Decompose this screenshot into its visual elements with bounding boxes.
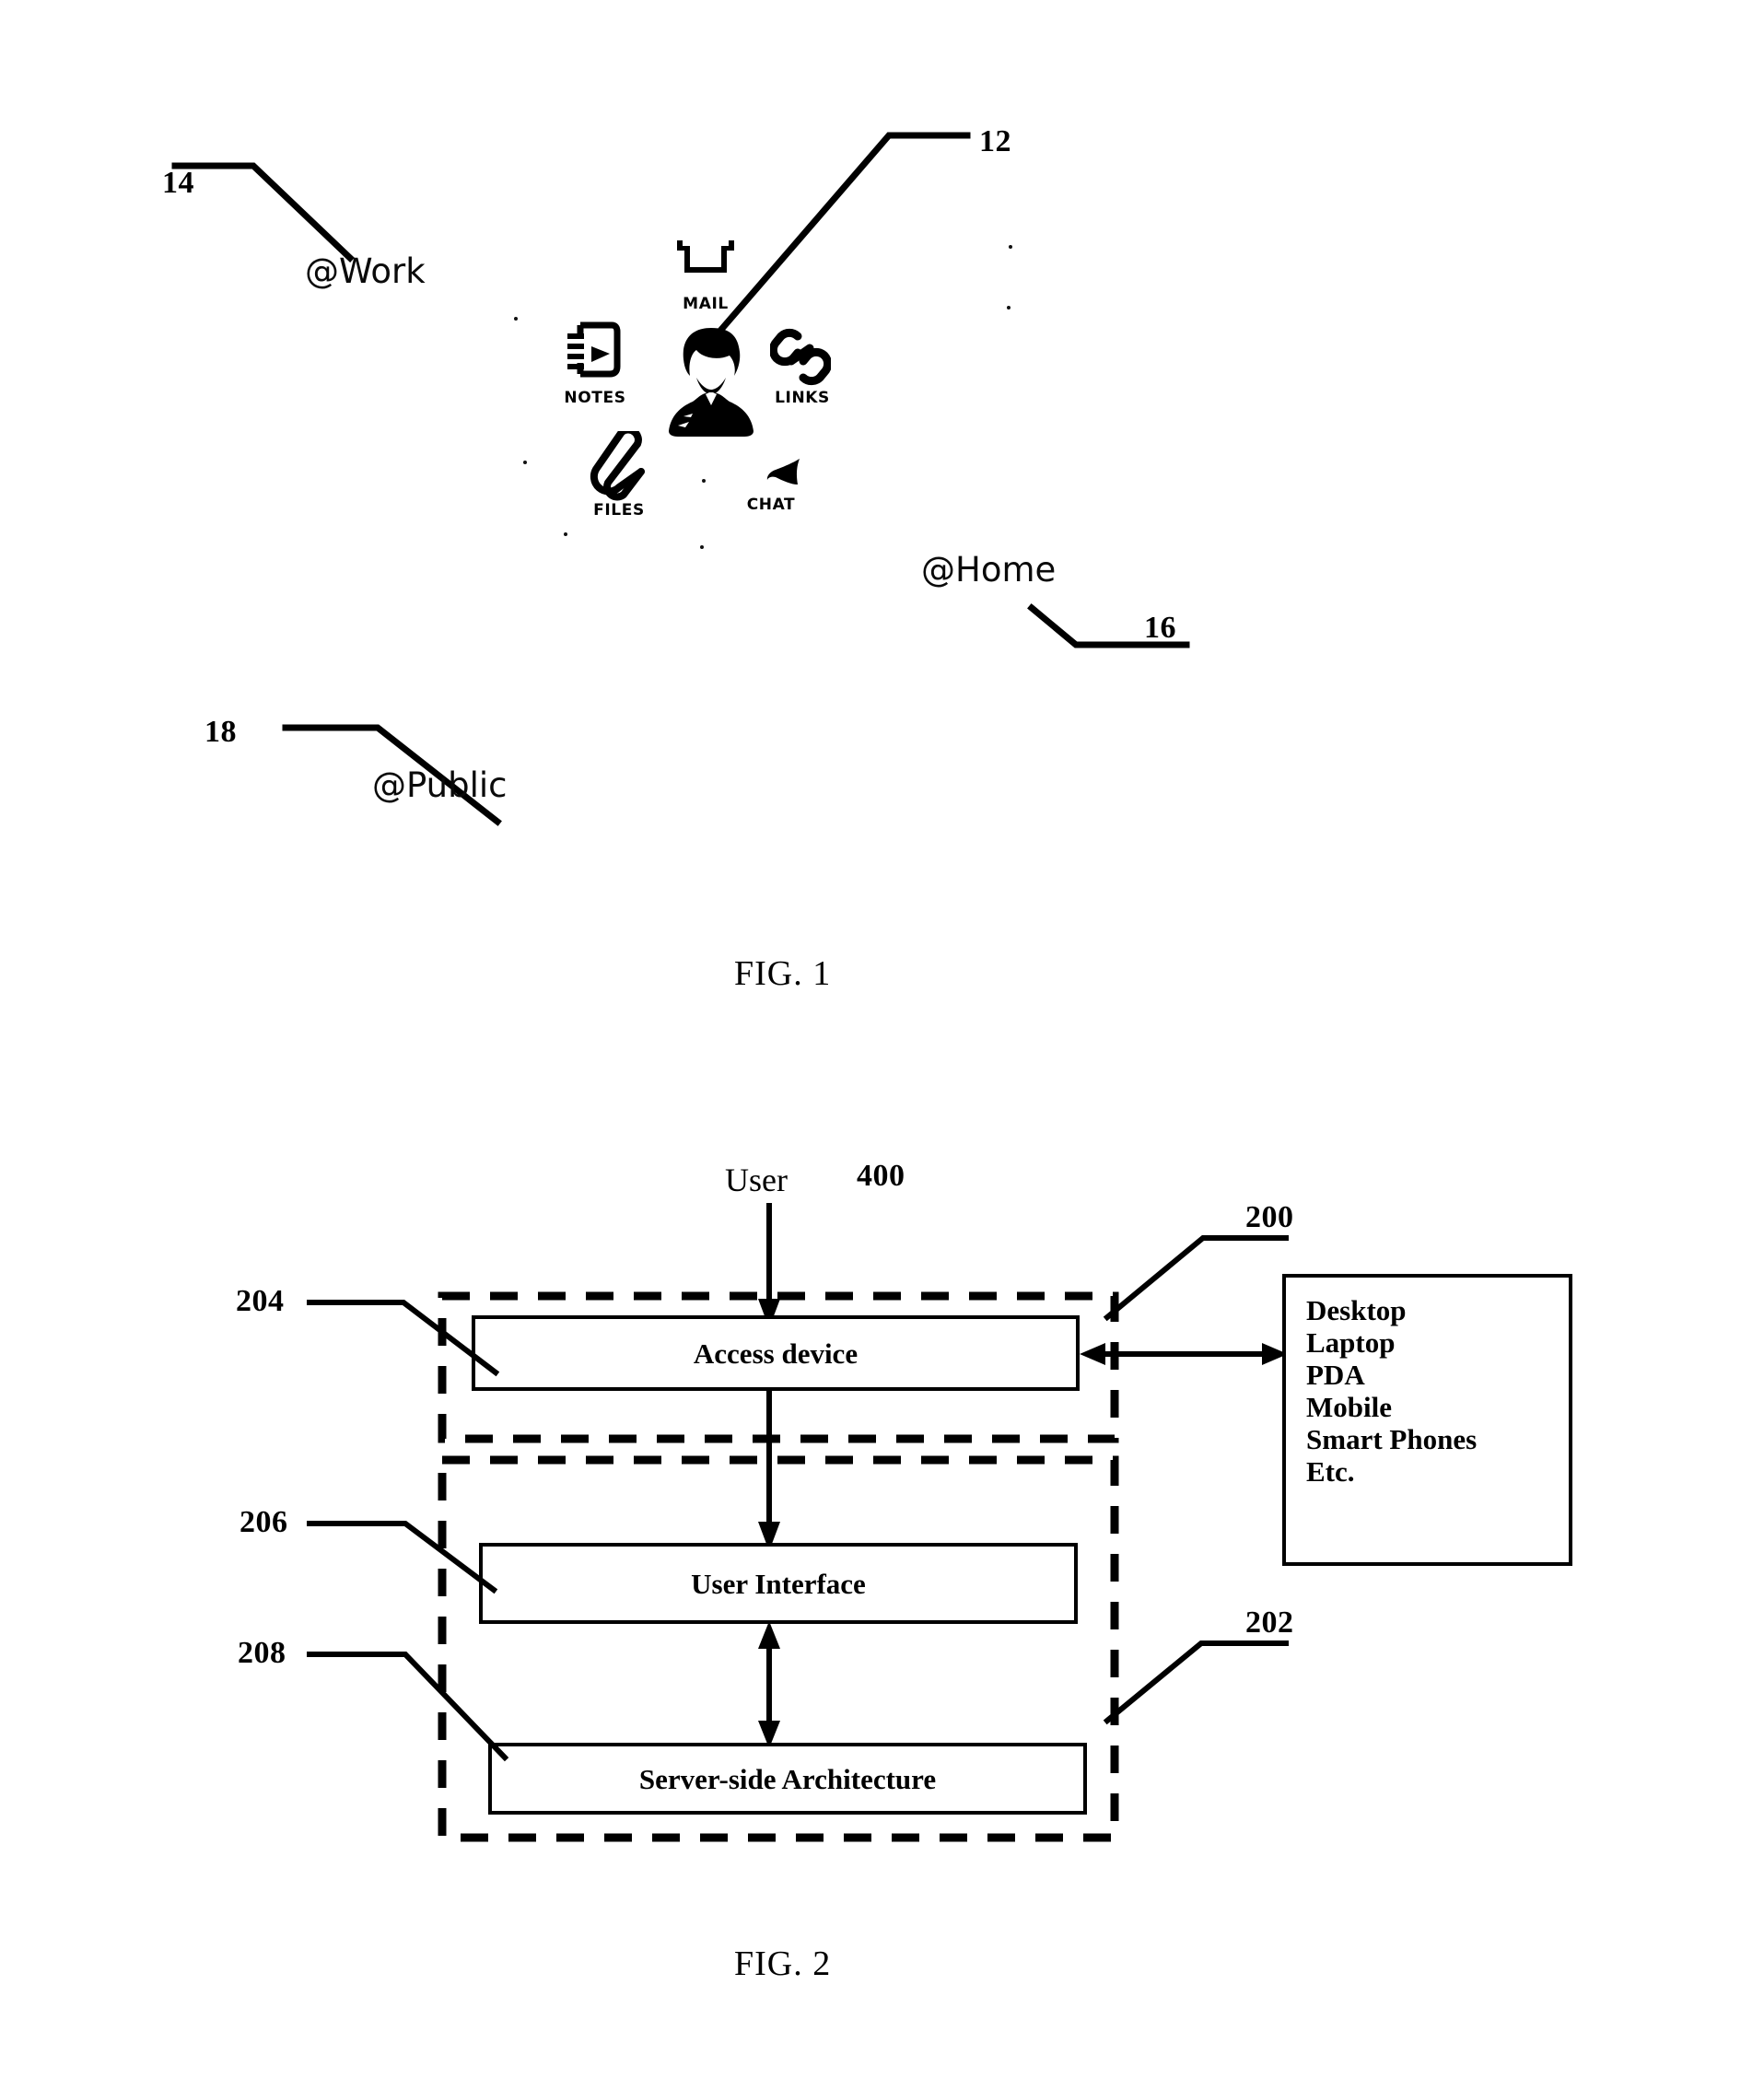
- scan-speckle: [1009, 245, 1012, 249]
- device-list-box: Desktop Laptop PDA Mobile Smart Phones E…: [1282, 1274, 1572, 1566]
- scan-speckle: [523, 461, 527, 464]
- figure-1-caption: FIG. 1: [734, 954, 832, 993]
- patent-drawing-sheet: 14 @Work 12 MAIL NOTES LINKS FILES CHAT …: [0, 0, 1764, 2090]
- access-device-box[interactable]: Access device: [472, 1315, 1080, 1391]
- arrow-access-device-to-device-list: [1080, 1343, 1288, 1365]
- leader-line-200: [1103, 1235, 1289, 1322]
- at-public-label: @Public: [372, 765, 508, 805]
- scan-speckle: [702, 479, 706, 483]
- scan-speckle: [564, 532, 567, 536]
- figure-1: 14 @Work 12 MAIL NOTES LINKS FILES CHAT …: [0, 0, 1764, 1032]
- leader-line-208: [307, 1652, 509, 1762]
- at-work-label: @Work: [305, 251, 426, 291]
- user-interface-box[interactable]: User Interface: [479, 1543, 1078, 1624]
- mail-icon-caption: MAIL: [683, 295, 729, 313]
- server-side-architecture-box[interactable]: Server-side Architecture: [488, 1743, 1087, 1815]
- leader-line-206: [307, 1521, 498, 1594]
- scan-speckle: [700, 545, 704, 549]
- device-list-item: Smart Phones: [1306, 1423, 1478, 1455]
- ref-14: 14: [162, 166, 194, 200]
- ref-16: 16: [1144, 611, 1176, 645]
- ref-206: 206: [239, 1505, 288, 1539]
- mail-icon[interactable]: [672, 238, 739, 291]
- leader-line-202: [1103, 1640, 1289, 1725]
- user-interface-label: User Interface: [691, 1567, 866, 1600]
- device-list-item: Etc.: [1306, 1455, 1355, 1488]
- device-list-item: Mobile: [1306, 1391, 1392, 1423]
- ref-18: 18: [204, 715, 237, 749]
- device-list-item: PDA: [1306, 1359, 1365, 1391]
- ref-202: 202: [1245, 1605, 1294, 1640]
- leader-line-16: [1027, 603, 1190, 648]
- leader-line-12: [709, 132, 971, 343]
- scan-speckle: [514, 317, 518, 321]
- ref-204: 204: [236, 1284, 285, 1318]
- device-list-item: Desktop: [1306, 1294, 1407, 1326]
- notes-icon-caption: NOTES: [564, 389, 626, 407]
- figure-2: User 400 Access device 204 200 Desktop L…: [0, 1087, 1764, 2090]
- ref-200: 200: [1245, 1200, 1294, 1234]
- device-list-item: Laptop: [1306, 1326, 1396, 1359]
- chat-icon-caption: CHAT: [746, 496, 796, 514]
- links-icon[interactable]: [770, 324, 831, 391]
- server-side-architecture-label: Server-side Architecture: [638, 1762, 937, 1795]
- files-icon[interactable]: [586, 431, 650, 503]
- user-label: User: [725, 1162, 788, 1198]
- notes-icon[interactable]: [566, 321, 623, 383]
- chat-icon[interactable]: [763, 457, 805, 497]
- arrow-user-interface-to-server-side: [758, 1621, 780, 1748]
- access-device-label: Access device: [693, 1337, 859, 1370]
- person-avatar-icon[interactable]: [665, 324, 757, 437]
- at-home-label: @Home: [921, 550, 1057, 590]
- files-icon-caption: FILES: [593, 501, 645, 520]
- ref-12: 12: [979, 124, 1011, 158]
- links-icon-caption: LINKS: [775, 389, 830, 407]
- figure-2-caption: FIG. 2: [734, 1944, 832, 1983]
- ref-208: 208: [238, 1636, 286, 1670]
- scan-speckle: [1007, 306, 1011, 309]
- ref-400: 400: [857, 1159, 905, 1193]
- leader-line-204: [307, 1300, 500, 1377]
